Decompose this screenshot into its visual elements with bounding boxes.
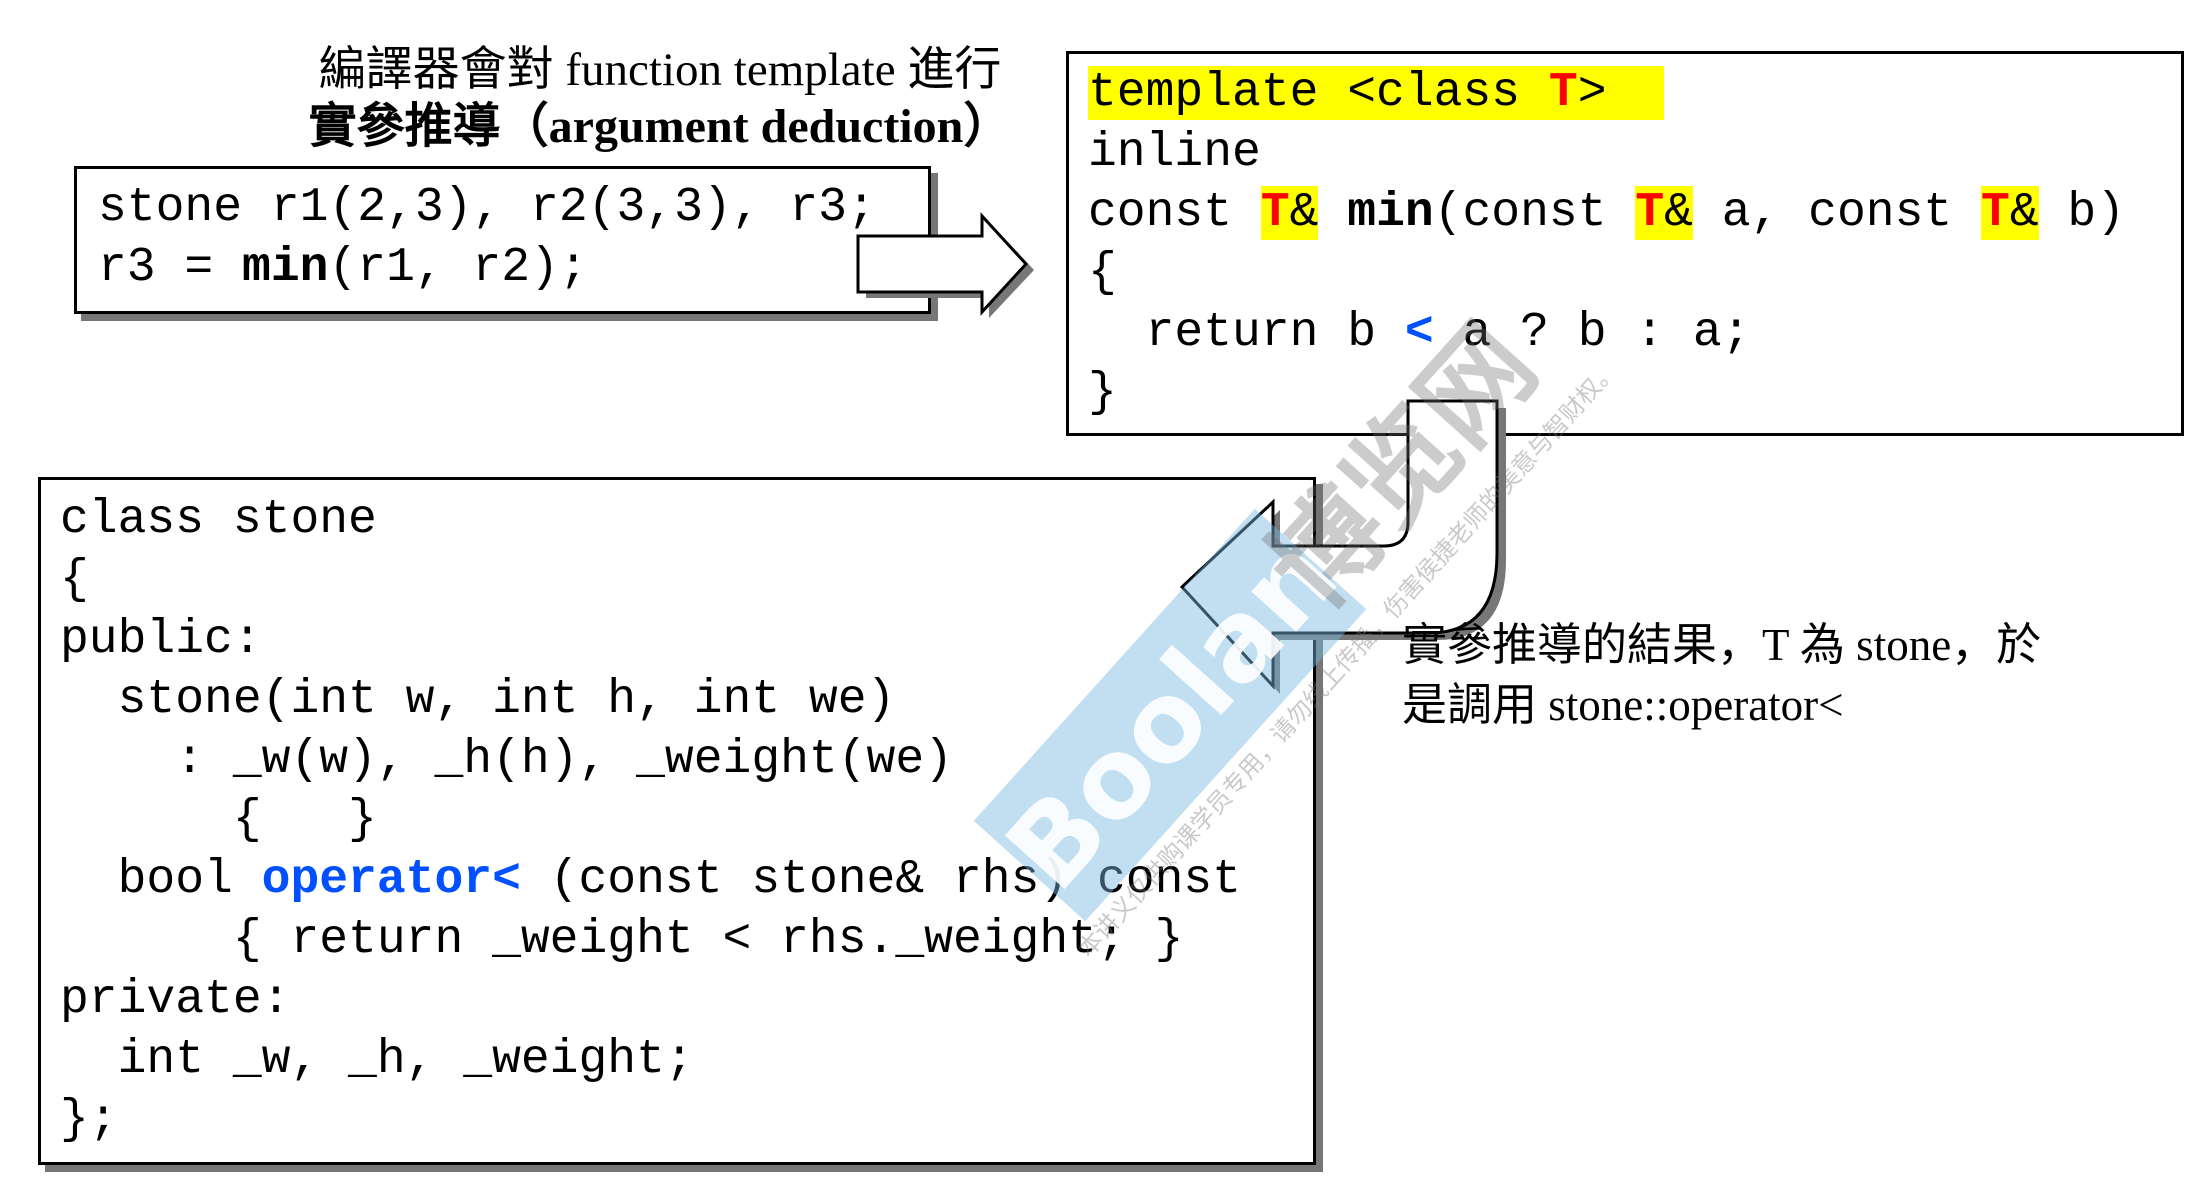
arrows-layer: [856, 212, 1506, 694]
note-line-1: 實參推導的結果，T 為 stone，於: [1402, 620, 2042, 670]
right-arrow-icon: [856, 212, 1034, 318]
note-line-2: 是調用 stone::operator<: [1402, 680, 1844, 730]
deduction-result-note: 實參推導的結果，T 為 stone，於 是調用 stone::operator<: [1402, 615, 2041, 735]
